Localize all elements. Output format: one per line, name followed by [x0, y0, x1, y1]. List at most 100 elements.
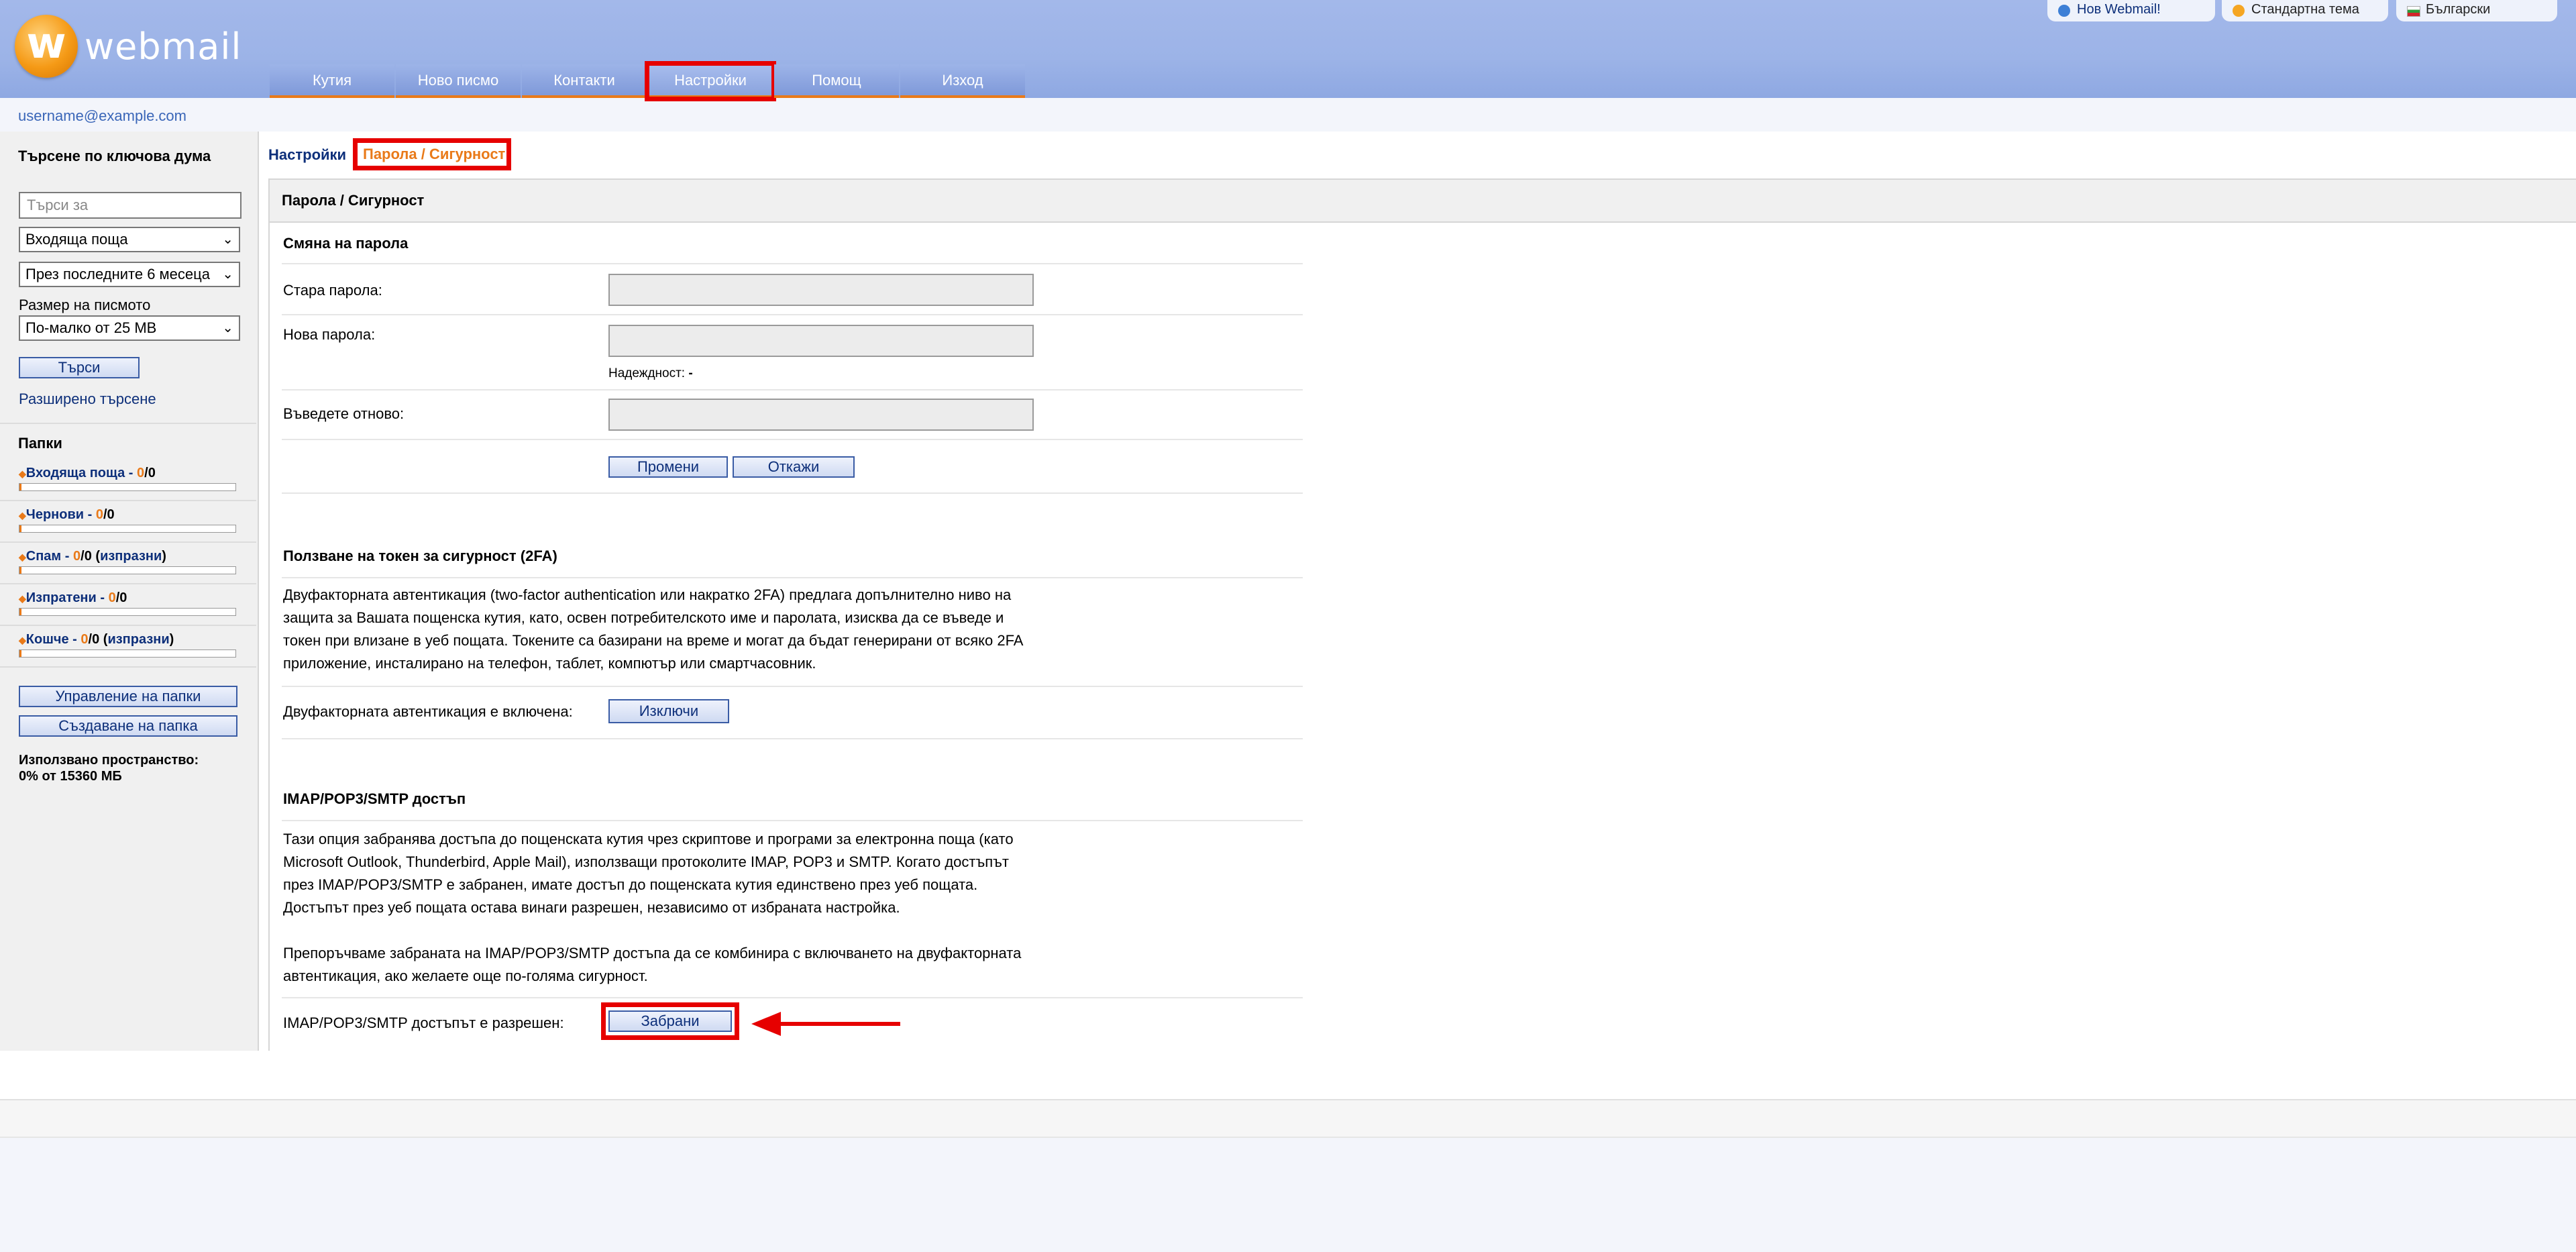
cancel-button[interactable]: Откажи [733, 456, 855, 478]
folder-unread: 0 [73, 549, 81, 564]
imap-status-label: IMAP/POP3/SMTP достъпът е разрешен: [283, 1014, 564, 1031]
folder-unread: 0 [80, 632, 89, 647]
change-password-button[interactable]: Промени [608, 456, 728, 478]
password-strength: Надеждност: - [608, 366, 693, 381]
tab-settings[interactable]: Настройки [645, 61, 776, 101]
folder-name[interactable]: Кошче [26, 632, 69, 647]
folder-select-value: Входяща поща [25, 231, 128, 248]
search-input[interactable]: Търси за [19, 192, 241, 219]
size-select[interactable]: По-малко от 25 MB ⌄ [19, 315, 240, 341]
language-selector[interactable]: Български [2396, 0, 2557, 21]
twofa-text-line: Двуфакторната автентикация (two-factor a… [283, 586, 1012, 603]
divider [282, 314, 1303, 315]
imap-text-line: Microsoft Outlook, Thunderbird, Apple Ma… [283, 853, 1009, 870]
folder-trash[interactable]: ◆Кошче - 0/0 (изпразни) [0, 625, 256, 668]
twofa-description: Двуфакторната автентикация (two-factor a… [283, 584, 1034, 675]
folder-name[interactable]: Входяща поща [26, 466, 125, 480]
folders-title: Папки [18, 435, 62, 452]
folder-usage-bar [19, 566, 236, 574]
folder-bullet-icon: ◆ [19, 635, 26, 645]
search-title: Търсене по ключова дума [18, 148, 211, 164]
twofa-text-line: приложение, инсталирано на телефон, табл… [283, 655, 816, 672]
disable-2fa-button[interactable]: Изключи [608, 699, 729, 723]
imap-heading: IMAP/POP3/SMTP достъп [283, 790, 466, 807]
period-select[interactable]: През последните 6 месеца ⌄ [19, 262, 240, 287]
tab-inbox[interactable]: Кутия [270, 64, 394, 98]
empty-trash-link[interactable]: изпразни [107, 632, 169, 647]
folder-drafts[interactable]: ◆Чернови - 0/0 [0, 501, 256, 543]
chevron-down-icon: ⌄ [222, 321, 233, 335]
search-button[interactable]: Търси [19, 357, 140, 378]
imap-description: Тази опция забранява достъпа до пощенска… [283, 828, 1034, 988]
folder-inbox[interactable]: ◆Входяща поща - 0/0 [0, 459, 256, 501]
divider [282, 577, 1303, 578]
disable-imap-button[interactable]: Забрани [608, 1010, 732, 1032]
size-select-value: По-малко от 25 MB [25, 319, 157, 336]
settings-panel: Парола / Сигурност Смяна на парола Стара… [268, 178, 2576, 1054]
folder-unread: 0 [137, 466, 145, 480]
breadcrumb-settings-link[interactable]: Настройки [268, 146, 346, 163]
strength-label: Надеждност: [608, 366, 686, 380]
divider [282, 263, 1303, 264]
imap-text-line: Достъпът през уеб пощата остава винаги р… [283, 899, 900, 916]
divider [282, 997, 1303, 998]
new-webmail-link[interactable]: Нов Webmail! [2047, 0, 2215, 21]
tab-logout[interactable]: Изход [900, 64, 1025, 98]
strength-value: - [688, 366, 693, 380]
annotation-arrow-icon [751, 1012, 900, 1036]
twofa-text-line: защита за Вашата пощенска кутия, като, о… [283, 609, 1004, 626]
old-password-label: Стара парола: [283, 282, 382, 299]
tab-new-message[interactable]: Ново писмо [396, 64, 521, 98]
empty-spam-link[interactable]: изпразни [100, 549, 162, 564]
chevron-down-icon: ⌄ [222, 267, 233, 282]
folder-sent[interactable]: ◆Изпратени - 0/0 [0, 584, 256, 626]
folder-usage-bar [19, 525, 236, 533]
folder-name[interactable]: Чернови [26, 507, 84, 522]
new-password-label: Нова парола: [283, 326, 376, 343]
folder-usage-bar [19, 608, 236, 616]
used-space-label: Използвано пространство: [19, 753, 199, 768]
folder-spam[interactable]: ◆Спам - 0/0 (изпразни) [0, 542, 256, 584]
folder-unread: 0 [108, 590, 116, 605]
folder-total: 0 [92, 632, 100, 647]
webmail-icon [2058, 5, 2070, 17]
divider [282, 439, 1303, 440]
language-label: Български [2426, 2, 2491, 17]
new-password-input[interactable] [608, 325, 1034, 357]
breadcrumb-current: Парола / Сигурност [353, 138, 511, 170]
imap-text-line: Препоръчваме забраната на IMAP/POP3/SMTP… [283, 945, 1022, 961]
twofa-text-line: токен при влизане в уеб пощата. Токените… [283, 632, 1024, 649]
tab-help[interactable]: Помощ [774, 64, 899, 98]
repeat-password-input[interactable] [608, 399, 1034, 431]
folder-name[interactable]: Спам [26, 549, 61, 564]
user-email[interactable]: username@example.com [18, 107, 186, 125]
new-webmail-label: Нов Webmail! [2077, 2, 2161, 17]
twofa-heading: Ползване на токен за сигурност (2FA) [283, 547, 557, 564]
chevron-down-icon: ⌄ [222, 232, 233, 247]
logo-letter: w [26, 19, 66, 68]
password-heading: Смяна на парола [283, 235, 409, 252]
period-select-value: През последните 6 месеца [25, 266, 210, 282]
folder-name[interactable]: Изпратени [26, 590, 97, 605]
folder-usage-bar [19, 483, 236, 491]
repeat-password-label: Въведете отново: [283, 405, 405, 422]
create-folder-button[interactable]: Създаване на папка [19, 715, 237, 737]
advanced-search-link[interactable]: Разширено търсене [19, 390, 156, 408]
theme-selector[interactable]: Стандартна тема [2222, 0, 2388, 21]
webmail-logo-icon[interactable]: w [15, 15, 78, 78]
folder-bullet-icon: ◆ [19, 468, 26, 479]
manage-folders-button[interactable]: Управление на папки [19, 686, 237, 707]
divider [282, 492, 1303, 494]
divider [282, 686, 1303, 687]
folder-bullet-icon: ◆ [19, 593, 26, 604]
panel-title: Парола / Сигурност [270, 180, 2576, 223]
folder-select[interactable]: Входяща поща ⌄ [19, 227, 240, 252]
folder-usage-bar [19, 649, 236, 658]
old-password-input[interactable] [608, 274, 1034, 306]
footer [0, 1051, 2576, 1100]
tab-contacts[interactable]: Контакти [522, 64, 647, 98]
theme-icon [2233, 5, 2245, 17]
folder-total: 0 [107, 507, 115, 522]
divider [0, 423, 256, 424]
imap-text-line: автентикация, ако желаете още по-голяма … [283, 968, 648, 984]
